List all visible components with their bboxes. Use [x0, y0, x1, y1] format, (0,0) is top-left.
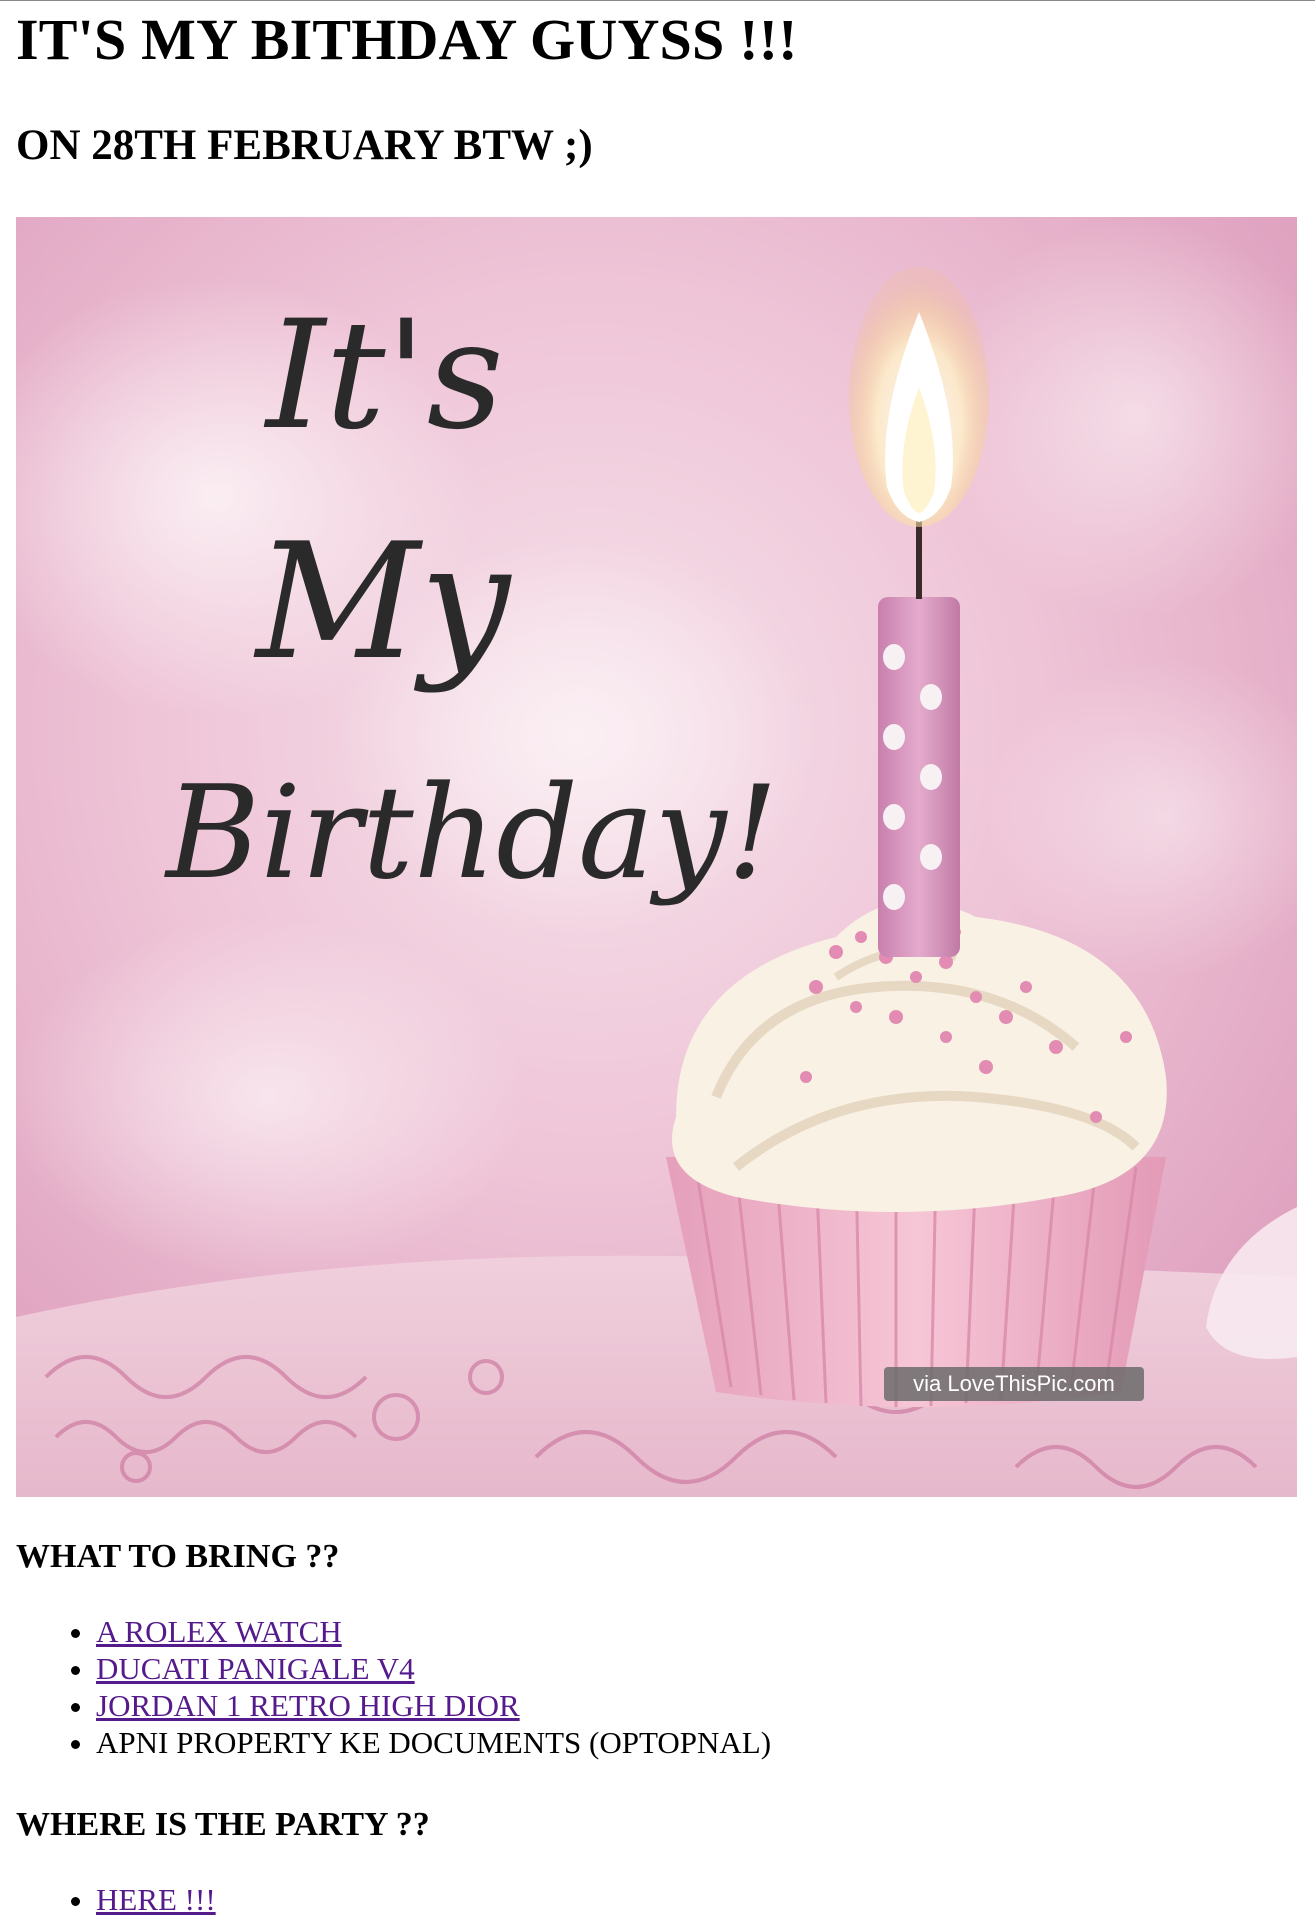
list-item: HERE !!! — [96, 1881, 1299, 1918]
script-my: My — [253, 508, 513, 695]
script-its: It's — [263, 289, 504, 463]
rolex-link[interactable]: A ROLEX WATCH — [96, 1614, 342, 1649]
list-item: A ROLEX WATCH — [96, 1613, 1299, 1650]
list-item: JORDAN 1 RETRO HIGH DIOR — [96, 1687, 1299, 1724]
party-heading: WHERE IS THE PARTY ?? — [16, 1806, 430, 1843]
party-list: HERE !!! — [16, 1881, 1299, 1918]
ducati-link[interactable]: DUCATI PANIGALE V4 — [96, 1651, 415, 1686]
page: IT'S MY BITHDAY GUYSS !!! ON 28TH FEBRUA… — [0, 5, 1315, 1918]
party-location-link[interactable]: HERE !!! — [96, 1882, 216, 1917]
birthday-image: It's My Birthday! via LoveThisPic.com — [16, 217, 1297, 1497]
watermark-text: via LoveThisPic.com — [913, 1371, 1115, 1396]
list-item: DUCATI PANIGALE V4 — [96, 1650, 1299, 1687]
page-title: IT'S MY BITHDAY GUYSS !!! — [16, 7, 798, 72]
what-to-bring-heading: WHAT TO BRING ?? — [16, 1538, 340, 1575]
page-subtitle: ON 28TH FEBRUARY BTW ;) — [16, 122, 593, 169]
list-item: APNI PROPERTY KE DOCUMENTS (OPTOPNAL) — [96, 1724, 1299, 1761]
script-birthday: Birthday! — [164, 759, 778, 908]
jordan-link[interactable]: JORDAN 1 RETRO HIGH DIOR — [96, 1688, 520, 1723]
property-documents-text: APNI PROPERTY KE DOCUMENTS (OPTOPNAL) — [96, 1725, 772, 1760]
bring-list: A ROLEX WATCH DUCATI PANIGALE V4 JORDAN … — [16, 1613, 1299, 1761]
